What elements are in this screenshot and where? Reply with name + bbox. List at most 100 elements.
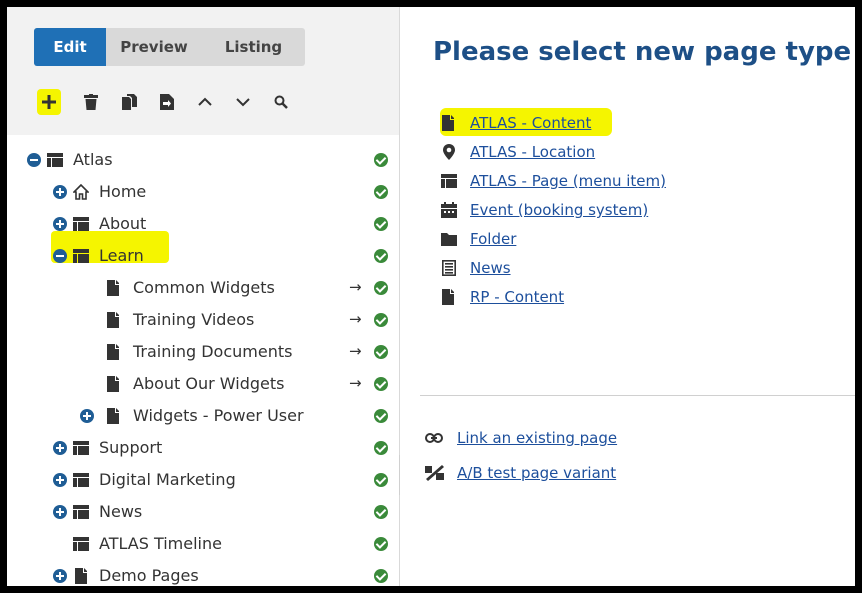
folder-icon [441, 233, 457, 246]
tree-node-about-our-widgets[interactable]: About Our Widgets → [7, 368, 399, 400]
page-icon [107, 344, 119, 360]
tab-listing[interactable]: Listing [202, 28, 305, 66]
tree-node-training-documents[interactable]: Training Documents → [7, 336, 399, 368]
tree-node-home[interactable]: Home [7, 176, 399, 208]
tree-node-atlas[interactable]: Atlas [7, 144, 399, 176]
menu-page-icon [73, 441, 89, 455]
tree-node-widgets-power-user[interactable]: Widgets - Power User [7, 400, 399, 432]
expand-icon[interactable] [53, 473, 67, 487]
tree-label: Common Widgets [133, 278, 275, 297]
divider [420, 395, 855, 396]
published-check-icon [374, 537, 388, 551]
move-down-button[interactable] [224, 87, 262, 117]
delete-button[interactable] [72, 87, 110, 117]
move-button[interactable] [148, 87, 186, 117]
collapse-icon[interactable] [53, 249, 67, 263]
menu-page-icon [73, 537, 89, 551]
page-icon [442, 289, 454, 305]
plus-icon [37, 89, 61, 115]
menu-page-icon [73, 505, 89, 519]
move-up-button[interactable] [186, 87, 224, 117]
tree-node-news[interactable]: News [7, 496, 399, 528]
published-check-icon [374, 313, 388, 327]
tree-node-about[interactable]: About [7, 208, 399, 240]
tree-label: Training Videos [133, 310, 255, 329]
tree-node-learn[interactable]: Learn [7, 240, 399, 272]
published-check-icon [374, 345, 388, 359]
page-title: Please select new page type [433, 37, 852, 67]
page-icon [75, 568, 87, 584]
page-type-link[interactable]: ATLAS - Content [470, 114, 591, 132]
calendar-icon [441, 202, 457, 218]
collapse-icon[interactable] [27, 153, 41, 167]
home-icon [73, 184, 89, 200]
link-arrow-icon: → [349, 310, 362, 328]
tab-preview[interactable]: Preview [106, 28, 202, 66]
search-button[interactable] [262, 87, 300, 117]
expand-icon[interactable] [53, 441, 67, 455]
published-check-icon [374, 153, 388, 167]
mode-tabs: Edit Preview Listing [34, 28, 305, 66]
location-pin-icon [443, 144, 455, 160]
tree-node-demo-pages[interactable]: Demo Pages [7, 560, 399, 586]
page-icon [107, 280, 119, 296]
page-icon [107, 312, 119, 328]
expand-icon[interactable] [53, 569, 67, 583]
page-type-folder[interactable]: Folder [441, 225, 516, 253]
page-type-atlas-content[interactable]: ATLAS - Content [441, 109, 591, 137]
tree-node-support[interactable]: Support [7, 432, 399, 464]
copy-button[interactable] [110, 87, 148, 117]
tree-label: News [99, 502, 143, 521]
tree-label: Atlas [73, 150, 113, 169]
tab-edit[interactable]: Edit [34, 28, 106, 66]
tree-label: Widgets - Power User [133, 406, 304, 425]
search-icon [274, 95, 288, 109]
page-type-link[interactable]: News [470, 259, 511, 277]
ab-test-variant-action[interactable]: A/B test page variant [425, 459, 616, 487]
tree-node-training-videos[interactable]: Training Videos → [7, 304, 399, 336]
action-link[interactable]: Link an existing page [457, 429, 617, 447]
published-check-icon [374, 185, 388, 199]
page-type-link[interactable]: ATLAS - Location [470, 143, 595, 161]
published-check-icon [374, 377, 388, 391]
ab-test-icon [425, 465, 444, 481]
link-existing-page-action[interactable]: Link an existing page [425, 424, 617, 452]
page-type-atlas-location[interactable]: ATLAS - Location [441, 138, 595, 166]
action-link[interactable]: A/B test page variant [457, 464, 616, 482]
published-check-icon [374, 217, 388, 231]
link-arrow-icon: → [349, 342, 362, 360]
page-type-link[interactable]: ATLAS - Page (menu item) [470, 172, 666, 190]
new-page-button[interactable] [34, 87, 72, 117]
tree-label: About Our Widgets [133, 374, 285, 393]
tree-label: Home [99, 182, 147, 201]
menu-page-icon [73, 473, 89, 487]
page-type-link[interactable]: Event (booking system) [470, 201, 648, 219]
page-type-news[interactable]: News [441, 254, 511, 282]
tree-label: About [99, 214, 147, 233]
page-type-event[interactable]: Event (booking system) [441, 196, 648, 224]
page-type-atlas-page-menu-item[interactable]: ATLAS - Page (menu item) [441, 167, 666, 195]
page-type-link[interactable]: Folder [470, 230, 516, 248]
page-type-rp-content[interactable]: RP - Content [441, 283, 564, 311]
page-type-panel: Please select new page type ATLAS - Cont… [400, 7, 855, 586]
expand-icon[interactable] [53, 505, 67, 519]
menu-page-icon [73, 249, 89, 263]
link-arrow-icon: → [349, 374, 362, 392]
page-icon [107, 408, 119, 424]
tree-node-atlas-timeline[interactable]: ATLAS Timeline [7, 528, 399, 560]
tree-label: Support [99, 438, 163, 457]
menu-page-icon [73, 217, 89, 231]
expand-icon[interactable] [53, 217, 67, 231]
page-type-link[interactable]: RP - Content [470, 288, 564, 306]
published-check-icon [374, 473, 388, 487]
tree-label: ATLAS Timeline [99, 534, 222, 553]
link-icon [425, 433, 443, 443]
published-check-icon [374, 569, 388, 583]
tree-node-digital-marketing[interactable]: Digital Marketing [7, 464, 399, 496]
published-check-icon [374, 441, 388, 455]
tree-node-common-widgets[interactable]: Common Widgets → [7, 272, 399, 304]
expand-icon[interactable] [80, 409, 94, 423]
expand-icon[interactable] [53, 185, 67, 199]
tree-label: Training Documents [133, 342, 293, 361]
news-icon [442, 260, 456, 276]
